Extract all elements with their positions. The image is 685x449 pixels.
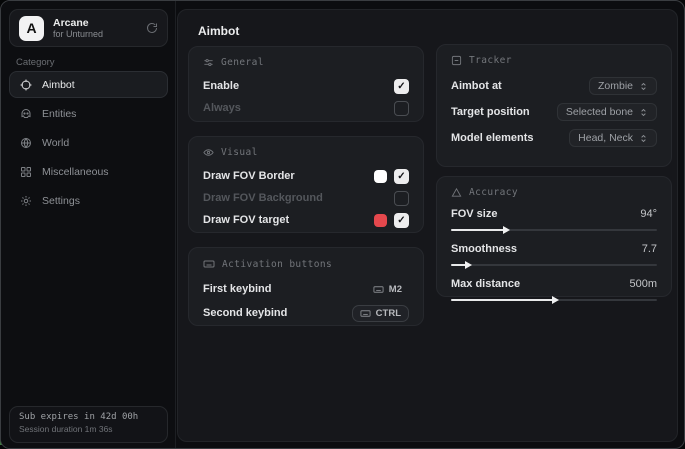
activation-card: Activation buttons First keybind M2 Seco… xyxy=(188,247,424,326)
section-title-activation: Activation buttons xyxy=(222,259,332,270)
eye-icon xyxy=(203,147,214,158)
fov-size-label: FOV size xyxy=(451,208,497,220)
sidebar-item-settings[interactable]: Settings xyxy=(9,187,168,214)
globe-icon xyxy=(20,137,32,149)
keyboard-icon xyxy=(203,258,215,270)
crosshair-icon xyxy=(20,79,32,91)
aimbot-at-dropdown[interactable]: Zombie xyxy=(589,77,657,95)
sidebar-item-label: Entities xyxy=(42,108,76,120)
aimbot-at-label: Aimbot at xyxy=(451,80,502,92)
max-distance-label: Max distance xyxy=(451,278,520,290)
sidebar-item-miscellaneous[interactable]: Miscellaneous xyxy=(9,158,168,185)
sidebar-item-world[interactable]: World xyxy=(9,129,168,156)
subscription-card: Sub expires in 42d 00h Session duration … xyxy=(9,406,168,443)
model-elements-dropdown[interactable]: Head, Neck xyxy=(569,129,657,147)
page-title: Aimbot xyxy=(198,24,239,38)
smoothness-slider[interactable] xyxy=(451,261,657,269)
aimbot-at-value: Zombie xyxy=(598,80,633,92)
max-distance-slider[interactable] xyxy=(451,296,657,304)
keyboard-icon xyxy=(373,284,384,295)
sidebar-item-aimbot[interactable]: Aimbot xyxy=(9,71,168,98)
app-subtitle: for Unturned xyxy=(53,29,146,40)
main-panel: Aimbot General Enable Always xyxy=(177,9,678,442)
max-distance-row: Max distance 500m xyxy=(451,275,657,304)
app-title: Arcane xyxy=(53,17,146,29)
draw-fov-background-checkbox[interactable] xyxy=(394,191,409,206)
target-position-value: Selected bone xyxy=(566,106,633,118)
sidebar-nav: Aimbot Entities xyxy=(9,71,168,216)
entities-icon xyxy=(20,108,32,120)
tracker-card: Tracker Aimbot at Zombie Target position… xyxy=(436,44,672,167)
slider-thumb[interactable] xyxy=(503,226,510,234)
smoothness-row: Smoothness 7.7 xyxy=(451,240,657,269)
sidebar-item-label: Aimbot xyxy=(42,79,75,91)
subscription-expiry: Sub expires in 42d 00h xyxy=(19,412,158,422)
fov-size-row: FOV size 94° xyxy=(451,205,657,234)
accuracy-card: Accuracy FOV size 94° Smoothness 7.7 xyxy=(436,176,672,297)
enable-checkbox[interactable] xyxy=(394,79,409,94)
target-position-dropdown[interactable]: Selected bone xyxy=(557,103,657,121)
sync-icon[interactable] xyxy=(146,22,158,34)
slider-thumb[interactable] xyxy=(465,261,472,269)
fov-target-color-swatch[interactable] xyxy=(374,214,387,227)
slider-thumb[interactable] xyxy=(552,296,559,304)
smoothness-value: 7.7 xyxy=(642,243,657,255)
fov-border-color-swatch[interactable] xyxy=(374,170,387,183)
visual-card: Visual Draw FOV Border Draw FOV Backgrou… xyxy=(188,136,424,233)
logo-text: Arcane for Unturned xyxy=(53,17,146,40)
session-duration: Session duration 1m 36s xyxy=(19,424,158,434)
model-elements-label: Model elements xyxy=(451,132,534,144)
section-title-visual: Visual xyxy=(221,147,258,158)
max-distance-value: 500m xyxy=(629,278,657,290)
tracker-icon xyxy=(451,55,462,66)
sliders-icon xyxy=(203,57,214,68)
always-checkbox[interactable] xyxy=(394,101,409,116)
keyboard-icon xyxy=(360,308,371,319)
sidebar-item-label: World xyxy=(42,137,69,149)
first-keybind-value: M2 xyxy=(389,284,402,295)
app-logo: A xyxy=(19,16,44,41)
enable-label: Enable xyxy=(203,80,239,92)
second-keybind-label: Second keybind xyxy=(203,307,287,319)
general-card: General Enable Always xyxy=(188,46,424,122)
second-keybind-button[interactable]: CTRL xyxy=(352,305,409,322)
sidebar: A Arcane for Unturned Category Aimbot xyxy=(1,1,176,448)
chevron-up-down-icon xyxy=(639,108,648,117)
draw-fov-target-label: Draw FOV target xyxy=(203,214,289,226)
sidebar-item-label: Settings xyxy=(42,195,80,207)
first-keybind-button[interactable]: M2 xyxy=(366,282,409,297)
section-title-tracker: Tracker xyxy=(469,55,512,66)
logo-card: A Arcane for Unturned xyxy=(9,9,168,47)
always-label: Always xyxy=(203,102,241,114)
draw-fov-border-checkbox[interactable] xyxy=(394,169,409,184)
model-elements-value: Head, Neck xyxy=(578,132,633,144)
section-title-general: General xyxy=(221,57,264,68)
smoothness-label: Smoothness xyxy=(451,243,517,255)
second-keybind-value: CTRL xyxy=(376,308,401,319)
grid-icon xyxy=(20,166,32,178)
sidebar-item-label: Miscellaneous xyxy=(42,166,109,178)
chevron-up-down-icon xyxy=(639,134,648,143)
chevron-up-down-icon xyxy=(639,82,648,91)
app-window: A Arcane for Unturned Category Aimbot xyxy=(0,0,685,449)
first-keybind-label: First keybind xyxy=(203,283,271,295)
category-label: Category xyxy=(16,57,55,68)
draw-fov-background-label: Draw FOV Background xyxy=(203,192,323,204)
draw-fov-target-checkbox[interactable] xyxy=(394,213,409,228)
triangle-icon xyxy=(451,187,462,198)
draw-fov-border-label: Draw FOV Border xyxy=(203,170,295,182)
section-title-accuracy: Accuracy xyxy=(469,187,518,198)
gear-icon xyxy=(20,195,32,207)
fov-size-slider[interactable] xyxy=(451,226,657,234)
fov-size-value: 94° xyxy=(640,208,657,220)
target-position-label: Target position xyxy=(451,106,530,118)
sidebar-item-entities[interactable]: Entities xyxy=(9,100,168,127)
